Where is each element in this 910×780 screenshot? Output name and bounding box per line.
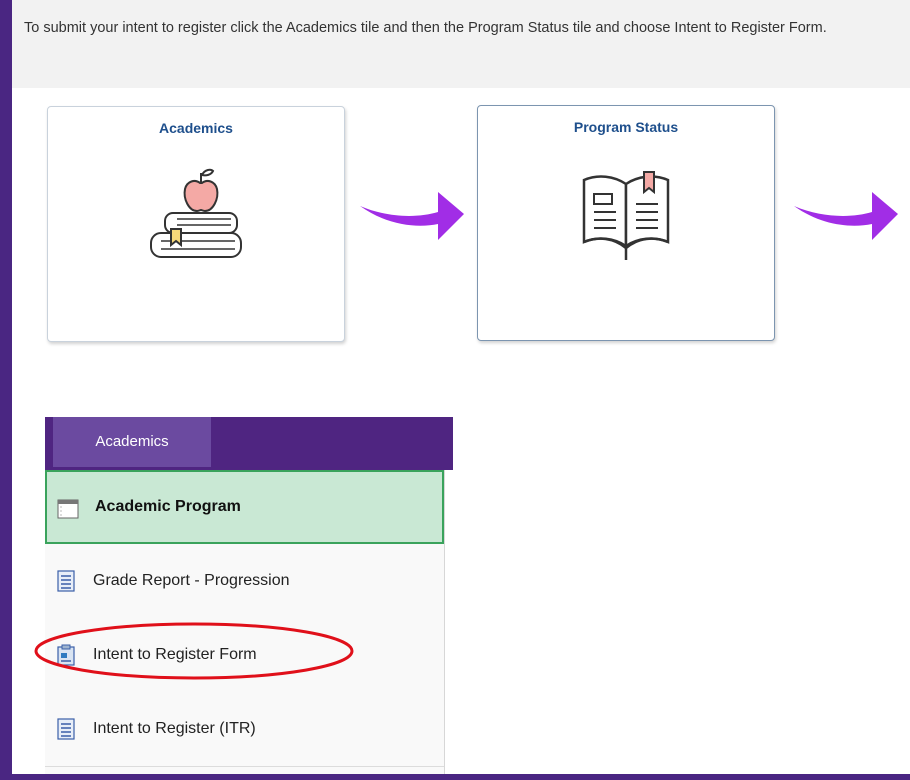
document-icon: [57, 718, 75, 740]
highlight-ellipse: [34, 622, 354, 680]
right-arrow-icon: [360, 192, 464, 240]
program-status-tile-title: Program Status: [573, 119, 679, 135]
program-status-tile[interactable]: Program Status: [477, 105, 775, 341]
menu-header: Academics: [45, 417, 453, 470]
document-icon: [57, 570, 75, 592]
page-icon: [57, 499, 79, 519]
menu-item-label: Grade Report - Progression: [93, 572, 290, 589]
menu-item-label: Intent to Register (ITR): [93, 720, 256, 737]
instruction-text: To submit your intent to register click …: [24, 20, 827, 36]
academics-tile-title: Academics: [159, 120, 233, 136]
academics-menu: Academics Academic Program Grade Report …: [45, 417, 453, 774]
instruction-band: [12, 0, 910, 88]
menu-item-grade-report[interactable]: Grade Report - Progression: [45, 544, 444, 619]
books-apple-icon: [150, 168, 242, 258]
menu-item-academic-program[interactable]: Academic Program: [45, 470, 444, 544]
menu-item-label: Academic Program: [95, 498, 241, 515]
menu-item-intent-to-register-itr[interactable]: Intent to Register (ITR): [45, 692, 444, 767]
tab-academics[interactable]: Academics: [53, 417, 211, 467]
right-arrow-icon: [794, 192, 898, 240]
academics-tile[interactable]: Academics: [47, 106, 345, 342]
open-book-icon: [582, 171, 670, 260]
